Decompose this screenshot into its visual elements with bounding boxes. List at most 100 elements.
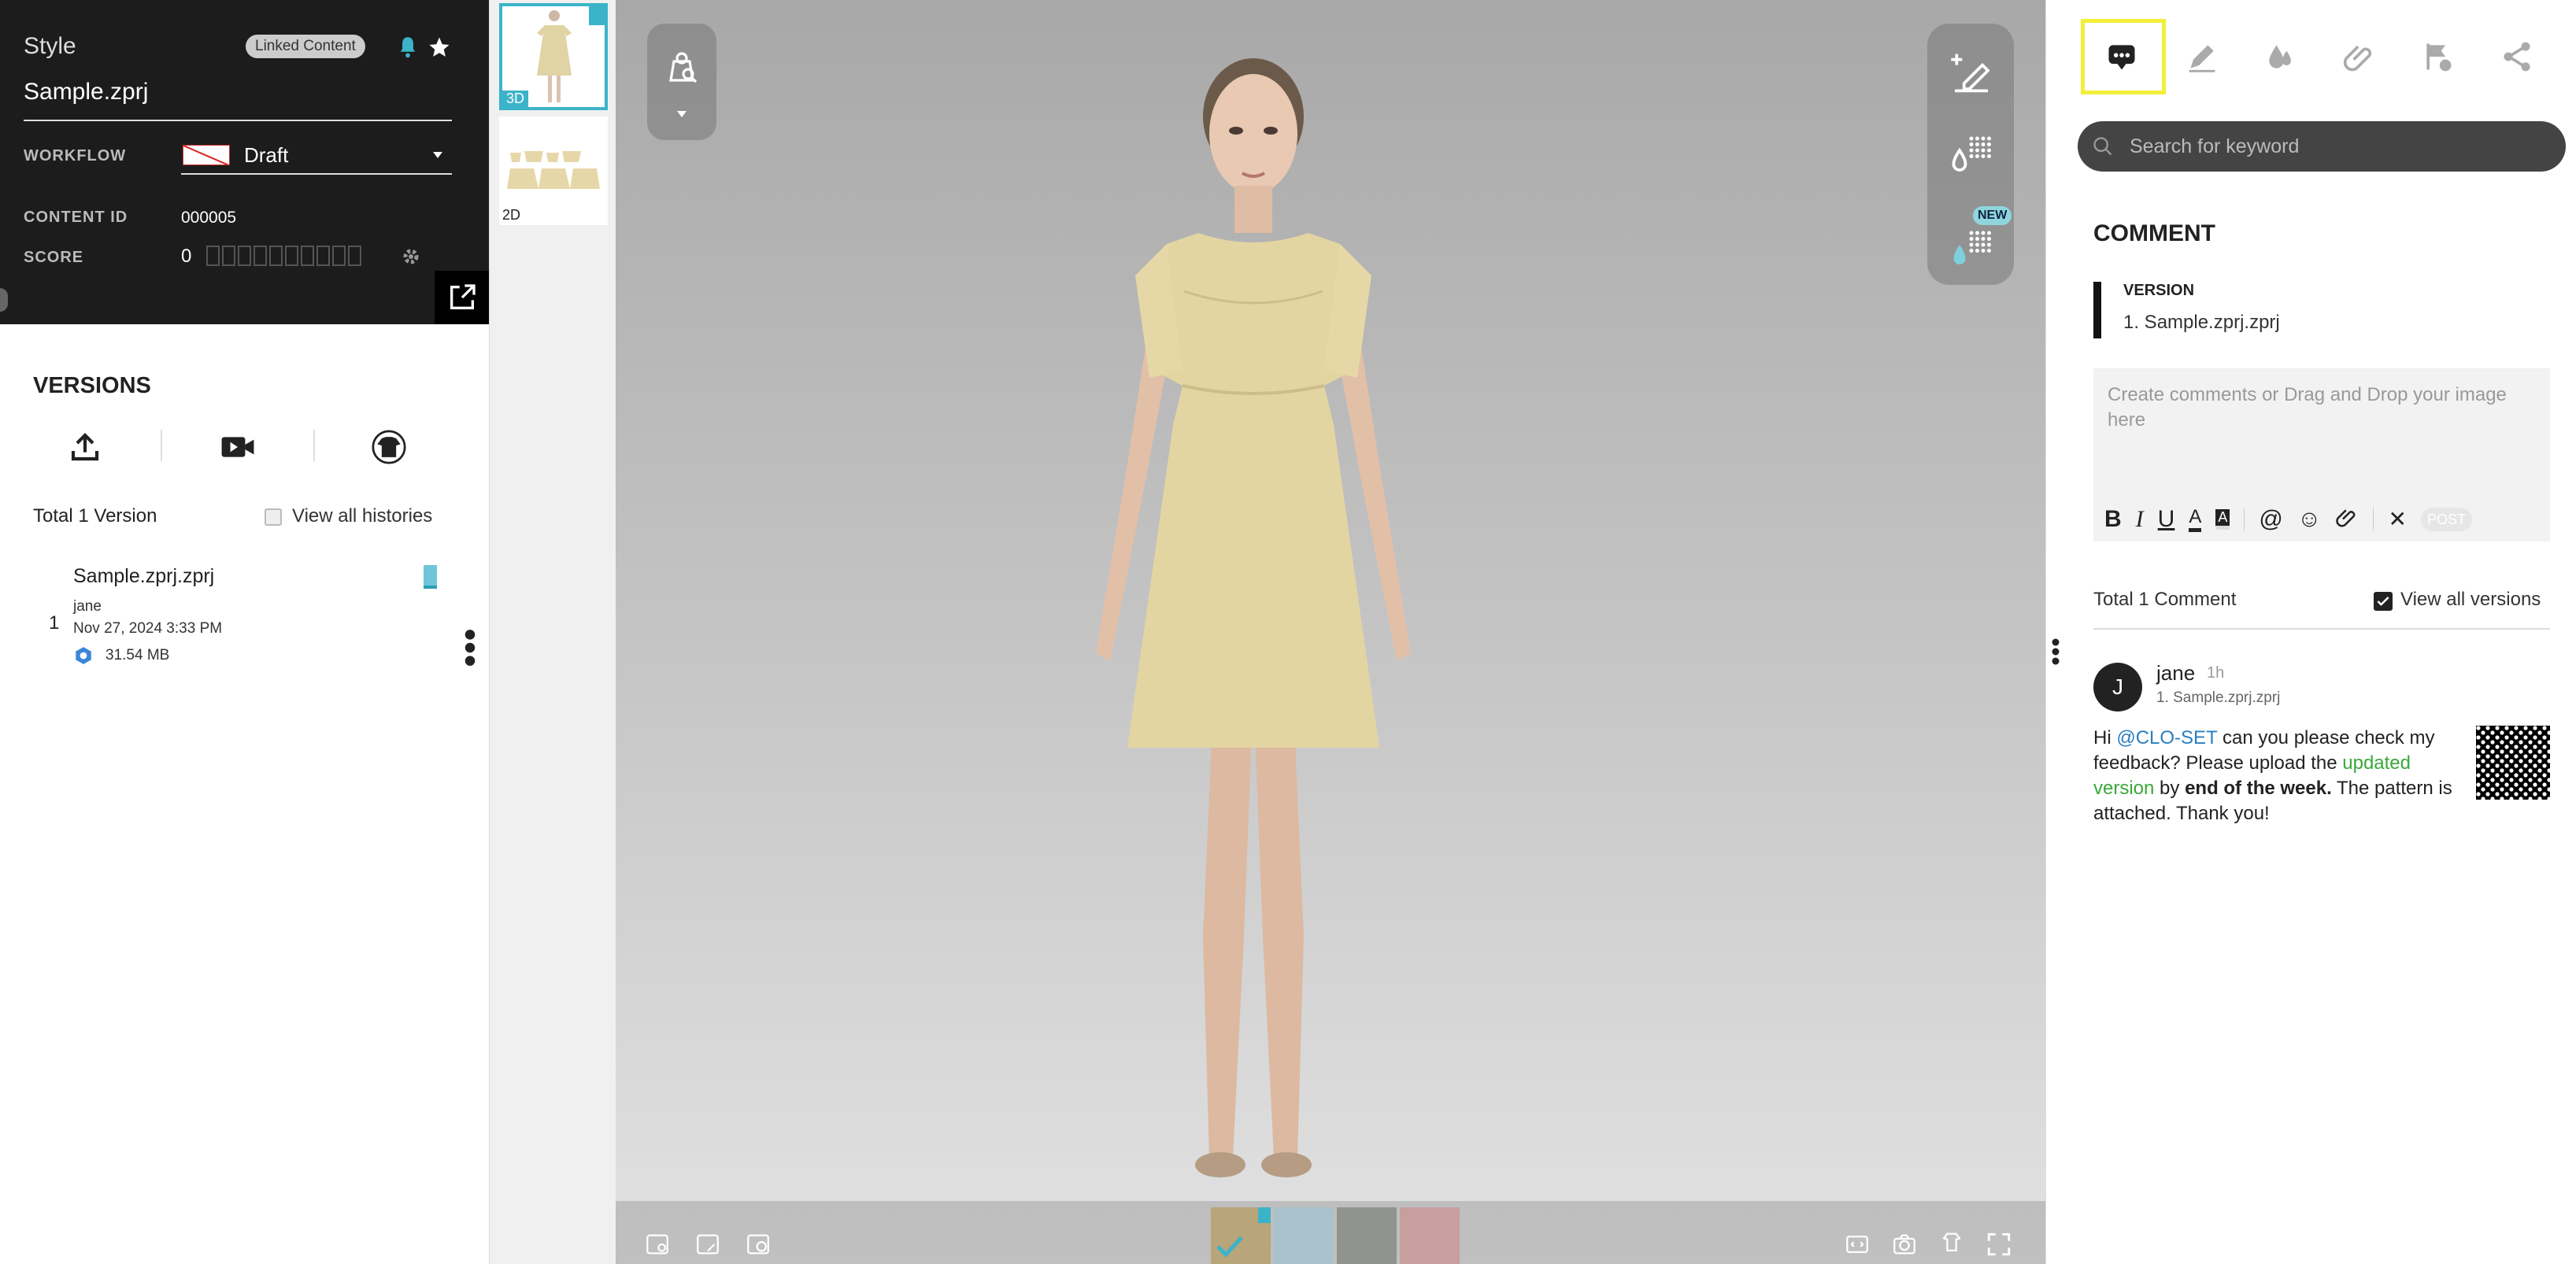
- italic-icon[interactable]: I: [2136, 506, 2144, 533]
- version-user: jane: [73, 598, 102, 615]
- upload-icon[interactable]: [69, 431, 101, 467]
- comment-icon[interactable]: [2104, 39, 2139, 74]
- attach-file-icon[interactable]: [2335, 505, 2359, 533]
- colorway-pink[interactable]: [1400, 1207, 1460, 1264]
- colorway-strip: [1211, 1207, 1460, 1264]
- score-value: 0: [181, 246, 192, 267]
- add-annotation-icon[interactable]: [1949, 50, 1993, 98]
- post-button[interactable]: POST: [2420, 507, 2472, 531]
- content-id-value: 000005: [181, 209, 237, 227]
- open-external-icon[interactable]: [435, 271, 489, 324]
- version-index: 1: [49, 612, 60, 634]
- fullscreen-icon[interactable]: [1986, 1231, 2012, 1262]
- comment-mention[interactable]: @CLO-SET: [2116, 727, 2217, 748]
- pencil-icon[interactable]: [2185, 39, 2219, 74]
- share-icon[interactable]: [2500, 39, 2534, 74]
- view-all-histories-label: View all histories: [292, 505, 433, 527]
- fabric-grid-icon[interactable]: [1948, 131, 1995, 182]
- clear-icon[interactable]: ✕: [2388, 506, 2406, 532]
- viewer-tool-icon[interactable]: [644, 1231, 671, 1262]
- divider: [24, 120, 452, 121]
- viewer-right-toolbar: NEW: [1927, 24, 2014, 285]
- chevron-down-icon[interactable]: [675, 109, 688, 123]
- score-cell: [348, 246, 361, 266]
- underline-icon[interactable]: U: [2158, 506, 2175, 533]
- divider: [2244, 507, 2245, 531]
- viewer-tool-icon[interactable]: [745, 1231, 772, 1262]
- view-all-histories-checkbox[interactable]: [265, 508, 282, 526]
- comment-text: by: [2154, 778, 2186, 799]
- avatar-3d-model: [1096, 58, 1411, 1177]
- editor-toolbar: B I U A A @ ☺ ✕ POST: [2104, 505, 2472, 533]
- video-icon[interactable]: [220, 433, 255, 465]
- new-badge: NEW: [1973, 206, 2012, 225]
- versions-total: Total 1 Version: [33, 505, 157, 527]
- score-cell: [222, 246, 235, 266]
- score-bar[interactable]: [206, 246, 361, 266]
- divider: [2373, 507, 2374, 531]
- version-item[interactable]: 1 Sample.zprj.zprj jane Nov 27, 2024 3:3…: [0, 553, 489, 678]
- attached-image[interactable]: [2476, 726, 2550, 800]
- version-size: 31.54 MB: [105, 647, 170, 663]
- mention-icon[interactable]: @: [2259, 506, 2282, 533]
- 3d-viewer[interactable]: NEW: [616, 0, 2045, 1264]
- comment-title: COMMENT: [2093, 220, 2215, 246]
- score-label: SCORE: [24, 249, 84, 266]
- colorway-light-blue[interactable]: [1274, 1207, 1334, 1264]
- comment-editor[interactable]: Create comments or Drag and Drop your im…: [2093, 368, 2550, 541]
- emoji-icon[interactable]: ☺: [2297, 506, 2322, 533]
- version-date: Nov 27, 2024 3:33 PM: [73, 620, 223, 637]
- collapse-handle[interactable]: [0, 288, 8, 312]
- file-name: Sample.zprj: [24, 79, 149, 105]
- viewer-left-toolbar: [647, 24, 716, 140]
- comments-total: Total 1 Comment: [2093, 589, 2237, 610]
- viewer-tool-icon[interactable]: [694, 1231, 721, 1262]
- linked-content-badge: Linked Content: [246, 35, 365, 58]
- text-color-icon[interactable]: A: [2189, 506, 2202, 532]
- comment-bold-text: end of the week.: [2185, 778, 2332, 799]
- highlight-color-icon[interactable]: A: [2215, 508, 2230, 530]
- score-cell: [206, 246, 220, 266]
- gear-icon[interactable]: [402, 247, 420, 270]
- bell-icon[interactable]: [395, 35, 420, 60]
- score-cell: [332, 246, 346, 266]
- turntable-icon[interactable]: [1938, 1229, 1965, 1260]
- clo-file-icon: [73, 645, 94, 670]
- comment-item: J jane 1h 1. Sample.zprj.zprj Hi @CLO-SE…: [2093, 661, 2566, 834]
- code-icon[interactable]: [1844, 1231, 1871, 1262]
- colorway-beige[interactable]: [1211, 1207, 1271, 1264]
- view-all-versions-checkbox[interactable]: [2374, 592, 2393, 611]
- camera-icon[interactable]: [1891, 1231, 1918, 1262]
- versions-panel: VERSIONS Total 1 Version View all histor…: [0, 324, 489, 1264]
- workflow-select[interactable]: Draft: [181, 139, 452, 175]
- flag-icon[interactable]: [2421, 39, 2456, 74]
- search-input[interactable]: Search for keyword: [2078, 121, 2566, 172]
- score-cell: [238, 246, 251, 266]
- style-info-panel: Style Linked Content Sample.zprj WORKFLO…: [0, 0, 489, 324]
- thumb-3d-dress: [537, 10, 572, 102]
- colorway-grey[interactable]: [1337, 1207, 1397, 1264]
- version-marker: [2093, 282, 2101, 338]
- score-cell: [269, 246, 283, 266]
- divider: [2093, 628, 2550, 630]
- thumb-badge: [589, 6, 605, 25]
- colorway-grid-icon[interactable]: [1948, 225, 1995, 276]
- view-thumbnails: 3D 2D: [489, 0, 616, 1264]
- avatar-search-icon[interactable]: [663, 49, 701, 91]
- workflow-label: WORKFLOW: [24, 147, 127, 164]
- star-icon[interactable]: [427, 35, 452, 60]
- resize-handle-icon[interactable]: [2051, 633, 2060, 675]
- thumb-3d[interactable]: 3D: [499, 3, 608, 110]
- fabric-drop-icon[interactable]: [2263, 39, 2298, 74]
- comment-version: 1. Sample.zprj.zprj: [2156, 689, 2281, 706]
- bold-icon[interactable]: B: [2104, 506, 2122, 533]
- chevron-down-icon: [431, 150, 444, 164]
- comment-body: Hi @CLO-SET can you please check my feed…: [2093, 726, 2456, 826]
- more-vertical-icon[interactable]: [461, 628, 479, 671]
- thumb-2d-label: 2D: [502, 207, 521, 223]
- check-icon: [2377, 597, 2389, 606]
- thumb-2d[interactable]: 2D: [499, 116, 608, 225]
- attachment-icon[interactable]: [2342, 39, 2377, 74]
- style-section-label: Style: [24, 33, 76, 59]
- garment-icon[interactable]: [372, 430, 406, 468]
